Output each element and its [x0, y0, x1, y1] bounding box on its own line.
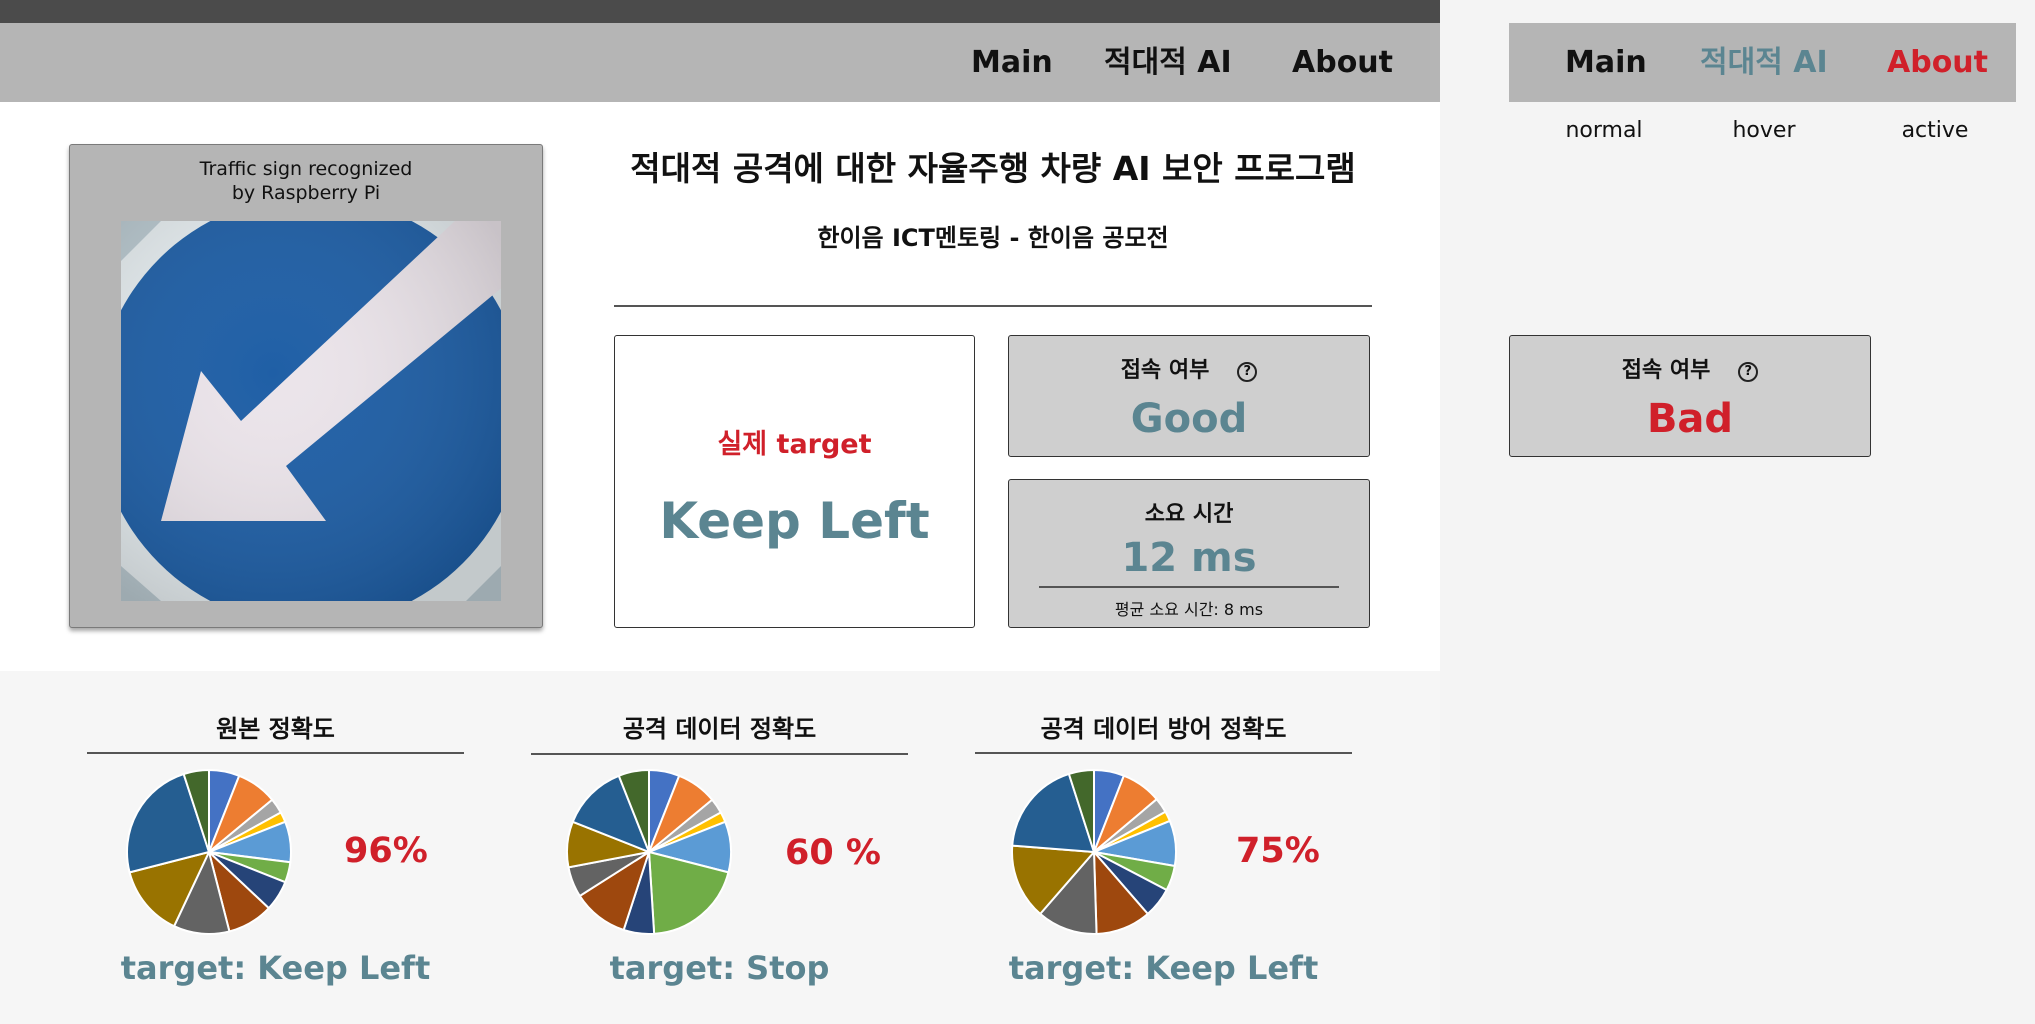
- latency-average: 평균 소요 시간: 8 ms: [1114, 600, 1264, 619]
- connection-title: 접속 여부: [1120, 358, 1210, 383]
- sign-caption-line2: by Raspberry Pi: [231, 182, 381, 204]
- target-label: 실제 target: [717, 429, 872, 460]
- connection-status-box: 접속 여부? Good: [1008, 335, 1370, 457]
- accuracy-divider-attack: [531, 753, 908, 755]
- connection-title-row-bad: 접속 여부?: [1510, 352, 1870, 384]
- accuracy-target-attack: target: Stop: [609, 949, 830, 987]
- accuracy-divider-defense: [975, 752, 1352, 754]
- state-label-hover: hover: [1732, 118, 1796, 143]
- keep-left-sign-icon: [121, 221, 501, 601]
- main-page: Main 적대적 AI About Traffic sign recognize…: [0, 0, 1440, 1024]
- traffic-sign-card: Traffic sign recognized by Raspberry Pi: [69, 144, 543, 628]
- connection-title-row: 접속 여부?: [1009, 352, 1369, 384]
- accuracy-pie-defense: [1011, 768, 1177, 935]
- navbar: Main 적대적 AI About: [0, 23, 1440, 102]
- accuracy-section: 원본 정확도 96% target: Keep Left 공격 데이터 정확도 …: [0, 671, 1440, 1024]
- demo-nav-item-hover[interactable]: 적대적 AI: [1700, 23, 1828, 102]
- nav-item-main[interactable]: Main: [971, 23, 1053, 102]
- accuracy-target-original: target: Keep Left: [120, 949, 431, 987]
- connection-title-bad: 접속 여부: [1621, 358, 1711, 383]
- nav-item-adversarial-ai[interactable]: 적대적 AI: [1104, 23, 1232, 102]
- accuracy-percent-attack: 60 %: [785, 833, 881, 873]
- accuracy-title-defense: 공격 데이터 방어 정확도: [1040, 715, 1287, 743]
- accuracy-title-original: 원본 정확도: [216, 715, 335, 743]
- accuracy-target-defense: target: Keep Left: [1008, 949, 1319, 987]
- help-icon[interactable]: ?: [1237, 362, 1258, 382]
- window-top-bar: [0, 0, 1440, 23]
- title-divider: [614, 305, 1372, 307]
- latency-box: 소요 시간 12 ms 평균 소요 시간: 8 ms: [1008, 479, 1370, 628]
- nav-states-demo: Main 적대적 AI About: [1509, 23, 2016, 102]
- page-subtitle: 한이음 ICT멘토링 - 한이음 공모전: [817, 224, 1169, 252]
- latency-value: 12 ms: [1121, 535, 1257, 581]
- latency-title: 소요 시간: [1144, 502, 1234, 527]
- accuracy-title-attack: 공격 데이터 정확도: [622, 715, 817, 743]
- accuracy-percent-defense: 75%: [1236, 831, 1320, 871]
- latency-divider: [1039, 586, 1339, 588]
- connection-value-bad: Bad: [1646, 396, 1734, 442]
- sign-caption-line1: Traffic sign recognized: [199, 158, 413, 180]
- demo-nav-item-normal[interactable]: Main: [1565, 23, 1647, 102]
- sign-caption: Traffic sign recognized by Raspberry Pi: [70, 157, 542, 205]
- accuracy-pie-attack: [566, 768, 732, 935]
- demo-nav-item-active[interactable]: About: [1887, 23, 1988, 102]
- state-label-normal: normal: [1565, 118, 1643, 143]
- accuracy-pie-original: [126, 768, 292, 935]
- target-box: 실제 target Keep Left: [614, 335, 975, 628]
- accuracy-divider-original: [87, 752, 464, 754]
- connection-value: Good: [1130, 396, 1248, 442]
- connection-status-box-bad: 접속 여부? Bad: [1509, 335, 1871, 457]
- accuracy-percent-original: 96%: [344, 831, 428, 871]
- target-value: Keep Left: [659, 492, 930, 550]
- nav-item-about[interactable]: About: [1292, 23, 1393, 102]
- help-icon[interactable]: ?: [1738, 362, 1759, 382]
- state-label-active: active: [1901, 118, 1969, 143]
- page-title: 적대적 공격에 대한 자율주행 차량 AI 보안 프로그램: [630, 149, 1356, 188]
